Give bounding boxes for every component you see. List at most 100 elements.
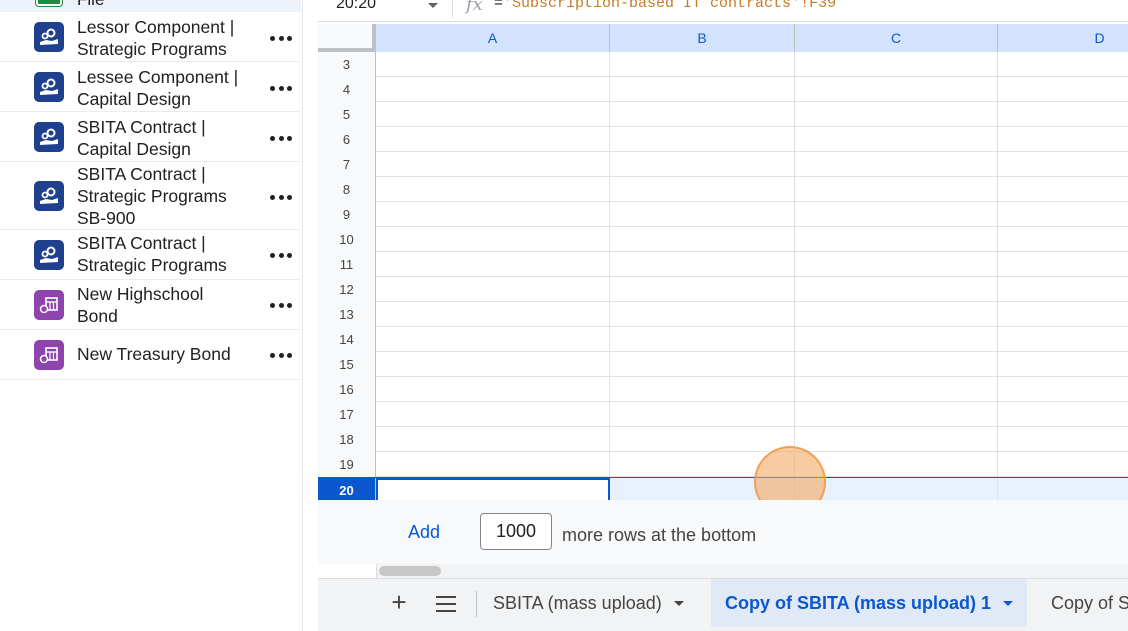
add-sheet-icon[interactable]: + <box>386 587 412 618</box>
cell-d[interactable] <box>998 377 1128 402</box>
cell-b[interactable] <box>610 252 795 277</box>
cell-c[interactable] <box>795 427 998 452</box>
cell-c[interactable] <box>795 102 998 127</box>
cell-a[interactable] <box>376 452 610 477</box>
rows-count-input[interactable]: 1000 <box>480 513 552 550</box>
cell-b[interactable] <box>610 77 795 102</box>
more-options-icon[interactable] <box>268 245 294 265</box>
cell-d[interactable] <box>998 202 1128 227</box>
cell-c[interactable] <box>795 52 998 77</box>
more-options-icon[interactable] <box>268 295 294 315</box>
cell-a[interactable] <box>376 327 610 352</box>
cell-b[interactable] <box>610 227 795 252</box>
more-options-icon[interactable] <box>268 128 294 148</box>
cell-b[interactable] <box>610 152 795 177</box>
cell-d[interactable] <box>998 152 1128 177</box>
row-header[interactable]: 3 <box>318 52 376 77</box>
row-header[interactable]: 12 <box>318 277 376 302</box>
row-header[interactable]: 15 <box>318 352 376 377</box>
cell-c[interactable] <box>795 352 998 377</box>
row-header[interactable]: 16 <box>318 377 376 402</box>
cell-a[interactable] <box>376 277 610 302</box>
cell-c[interactable] <box>795 452 998 477</box>
cell-a[interactable] <box>376 402 610 427</box>
cell-d[interactable] <box>998 102 1128 127</box>
column-header-b[interactable]: B <box>610 24 795 52</box>
row-header[interactable]: 17 <box>318 402 376 427</box>
cell-c[interactable] <box>795 202 998 227</box>
chevron-down-icon[interactable] <box>1003 600 1014 606</box>
sidebar-item-new-treasury-bond[interactable]: New Treasury Bond <box>0 330 301 380</box>
chevron-down-icon[interactable] <box>428 3 438 8</box>
cell-a[interactable] <box>376 77 610 102</box>
cell-a[interactable] <box>376 302 610 327</box>
cell-c[interactable] <box>795 177 998 202</box>
row-header[interactable]: 8 <box>318 177 376 202</box>
cell-a[interactable] <box>376 177 610 202</box>
cell-d[interactable] <box>998 227 1128 252</box>
cell-d[interactable] <box>998 277 1128 302</box>
cell-b[interactable] <box>610 352 795 377</box>
row-header[interactable]: 14 <box>318 327 376 352</box>
cell-d[interactable] <box>998 127 1128 152</box>
cell-b[interactable] <box>610 377 795 402</box>
row-header[interactable]: 13 <box>318 302 376 327</box>
cell-d[interactable] <box>998 77 1128 102</box>
cell-a[interactable] <box>376 152 610 177</box>
tab-copy-of-s[interactable]: Copy of S <box>1051 579 1128 627</box>
cell-b[interactable] <box>610 327 795 352</box>
row-header[interactable]: 7 <box>318 152 376 177</box>
scrollbar-thumb[interactable] <box>379 566 441 576</box>
cell-a[interactable] <box>376 377 610 402</box>
cell-d[interactable] <box>998 402 1128 427</box>
cell-a[interactable] <box>376 427 610 452</box>
cell-a[interactable] <box>376 352 610 377</box>
cell-c[interactable] <box>795 77 998 102</box>
column-header-d[interactable]: D <box>998 24 1128 52</box>
sidebar-item-sbita-strategic-programs[interactable]: SBITA Contract | Strategic Programs <box>0 230 301 280</box>
more-options-icon[interactable] <box>268 78 294 98</box>
cell-d[interactable] <box>998 327 1128 352</box>
sidebar-item-file[interactable]: File <box>0 0 301 12</box>
cell-a[interactable] <box>376 252 610 277</box>
row-header[interactable]: 9 <box>318 202 376 227</box>
cell-c[interactable] <box>795 402 998 427</box>
row-header[interactable]: 10 <box>318 227 376 252</box>
cell-a[interactable] <box>376 102 610 127</box>
cell-a[interactable] <box>376 127 610 152</box>
row-header[interactable]: 6 <box>318 127 376 152</box>
cell-b[interactable] <box>610 302 795 327</box>
cell-c[interactable] <box>795 252 998 277</box>
row-header[interactable]: 5 <box>318 102 376 127</box>
cell-c[interactable] <box>795 277 998 302</box>
sidebar-item-lessee-component[interactable]: Lessee Component | Capital Design <box>0 62 301 112</box>
cell-c[interactable] <box>795 327 998 352</box>
cell-b[interactable] <box>610 427 795 452</box>
cell-d[interactable] <box>998 302 1128 327</box>
cell-b[interactable] <box>610 52 795 77</box>
cell-d[interactable] <box>998 352 1128 377</box>
select-all-corner[interactable] <box>318 24 376 52</box>
cell-b[interactable] <box>610 177 795 202</box>
cell-c[interactable] <box>795 152 998 177</box>
row-header[interactable]: 19 <box>318 452 376 477</box>
cell-d[interactable] <box>998 252 1128 277</box>
sidebar-item-sbita-capital-design[interactable]: SBITA Contract | Capital Design <box>0 112 301 162</box>
column-header-a[interactable]: A <box>376 24 610 52</box>
cell-c[interactable] <box>795 227 998 252</box>
sidebar-item-sbita-sb-900[interactable]: SBITA Contract | Strategic Programs SB-9… <box>0 162 301 230</box>
cell-b[interactable] <box>610 202 795 227</box>
cell-c[interactable] <box>795 302 998 327</box>
sidebar-item-new-highschool-bond[interactable]: New Highschool Bond <box>0 280 301 330</box>
cell-b[interactable] <box>610 402 795 427</box>
chevron-down-icon[interactable] <box>673 600 684 606</box>
cell-b[interactable] <box>610 127 795 152</box>
cell-a[interactable] <box>376 52 610 77</box>
more-options-icon[interactable] <box>268 28 294 48</box>
more-options-icon[interactable] <box>268 345 294 365</box>
cell-c[interactable] <box>795 377 998 402</box>
cell-b[interactable] <box>610 102 795 127</box>
cell-d[interactable] <box>998 427 1128 452</box>
name-box[interactable]: 20:20 <box>336 0 376 13</box>
cell-b[interactable] <box>610 277 795 302</box>
